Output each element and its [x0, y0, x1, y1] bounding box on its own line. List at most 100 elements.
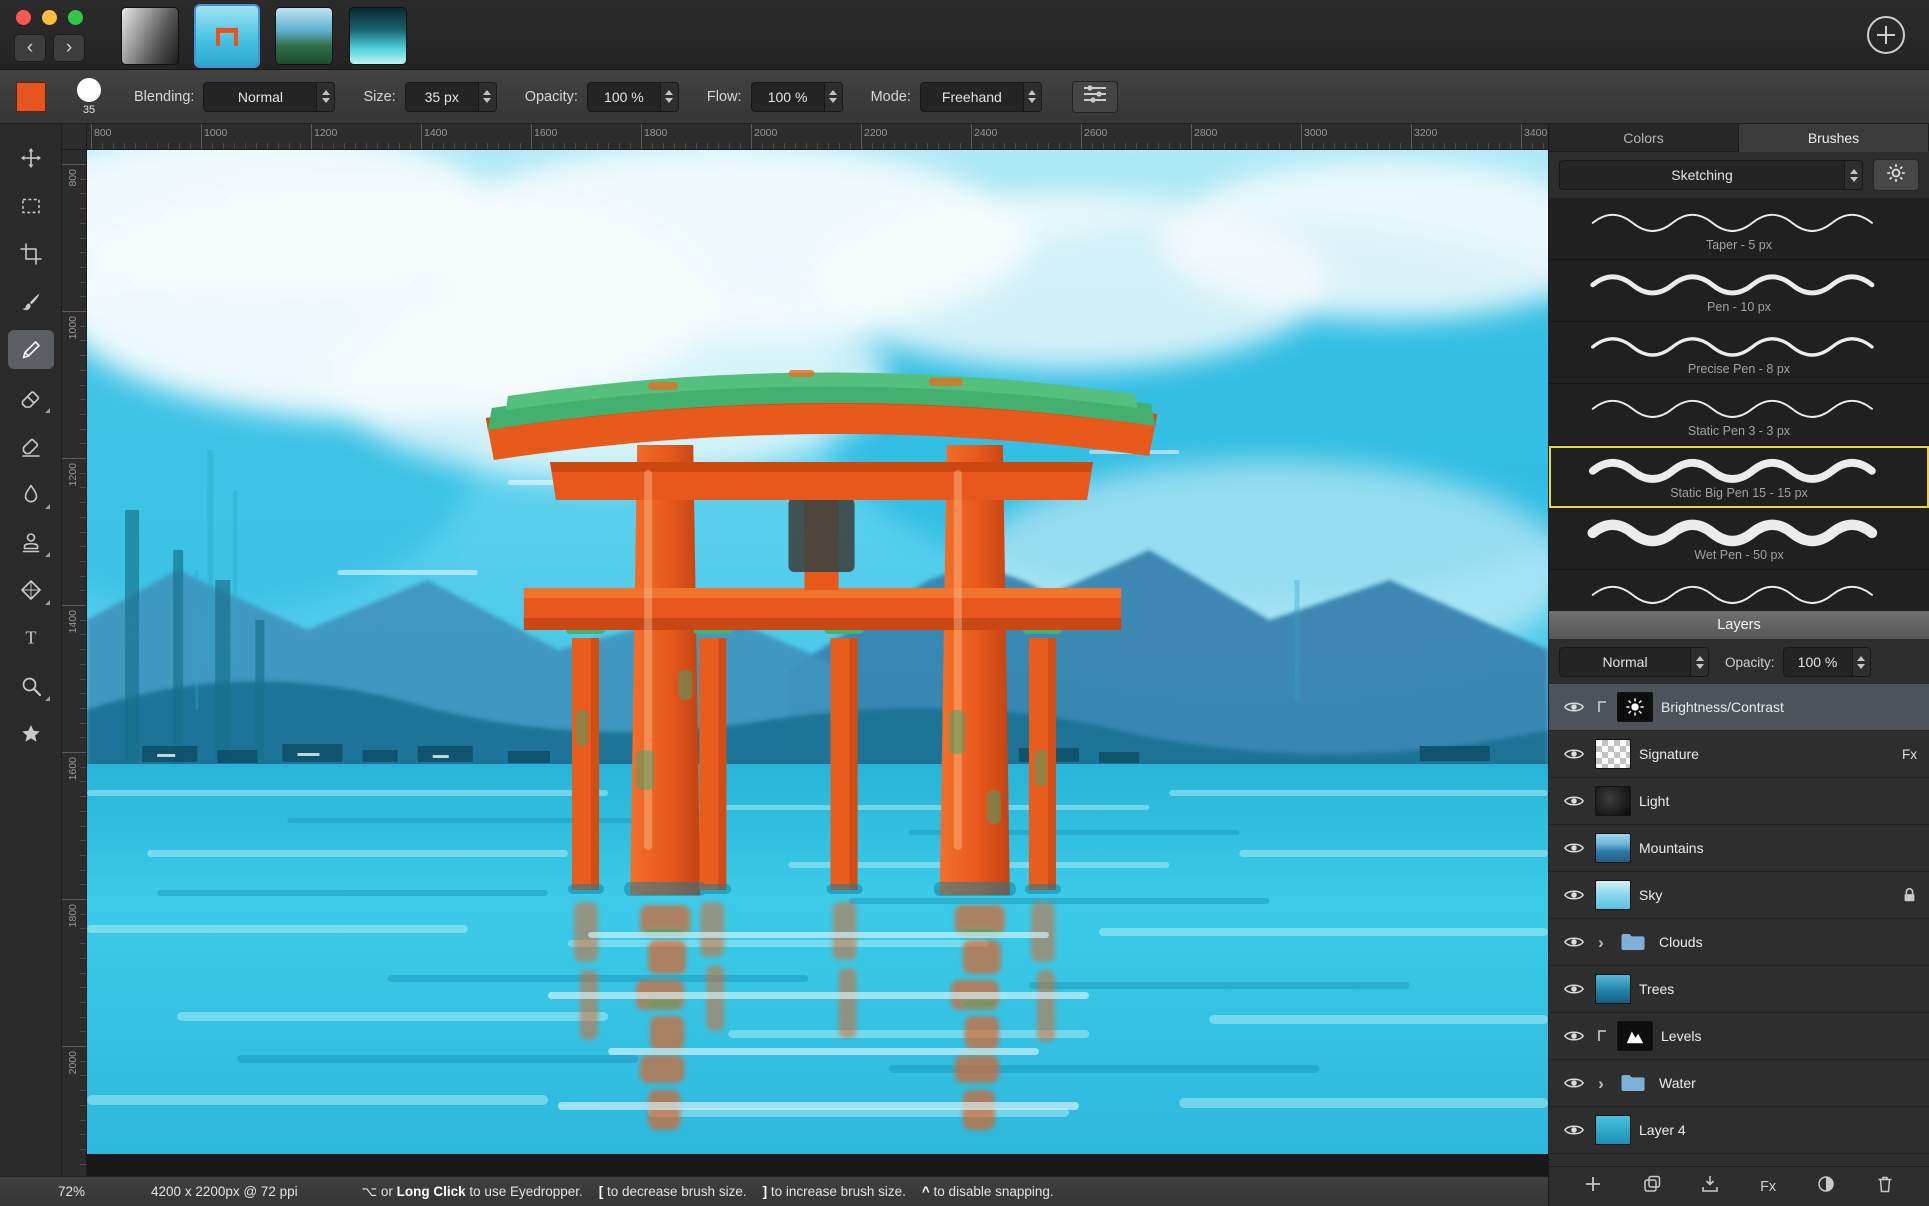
ruler-label: 1000 [204, 127, 227, 139]
visibility-eye-icon[interactable] [1561, 1028, 1587, 1044]
tab-colors[interactable]: Colors [1549, 124, 1739, 152]
ruler-label: 2200 [864, 127, 887, 139]
brush-item-precise-pen-8-px[interactable]: Precise Pen - 8 px [1549, 322, 1929, 384]
ruler-tick [1246, 143, 1247, 149]
fullscreen-window-button[interactable] [68, 10, 83, 25]
visibility-eye-icon[interactable] [1561, 1075, 1587, 1091]
brush-item-wet-pen-50-px[interactable]: Wet Pen - 50 px [1549, 508, 1929, 570]
expand-chevron-icon[interactable]: › [1595, 934, 1607, 951]
background-eraser-tool[interactable] [8, 426, 54, 465]
size-input[interactable]: 35 px [405, 82, 497, 112]
visibility-eye-icon[interactable] [1561, 887, 1587, 903]
fx-badge[interactable]: Fx [1902, 747, 1917, 762]
layer-row-levels[interactable]: Levels [1549, 1013, 1929, 1060]
visibility-eye-icon[interactable] [1561, 1122, 1587, 1138]
document-thumbnail-landscape[interactable] [276, 8, 332, 64]
eraser-tool[interactable] [8, 378, 54, 417]
ruler-tick [1488, 143, 1489, 149]
stepper-icon[interactable] [660, 83, 678, 111]
brush-category-dropdown[interactable]: Sketching [1559, 160, 1863, 190]
crop-tool[interactable] [8, 234, 54, 273]
stepper-icon[interactable] [1023, 83, 1041, 111]
visibility-eye-icon[interactable] [1561, 840, 1587, 856]
flow-input[interactable]: 100 % [751, 82, 843, 112]
forward-button[interactable]: › [53, 34, 85, 62]
import-layer-button[interactable] [1690, 1172, 1730, 1202]
layer-row-mountains[interactable]: Mountains [1549, 825, 1929, 872]
blending-dropdown[interactable]: Normal [203, 82, 335, 112]
layer-blend-dropdown[interactable]: Normal [1559, 647, 1709, 677]
layer-row-sky[interactable]: Sky [1549, 872, 1929, 919]
fx-layer-button[interactable]: Fx [1748, 1172, 1788, 1202]
layer-row-signature[interactable]: SignatureFx [1549, 731, 1929, 778]
opacity-input[interactable]: 100 % [587, 82, 679, 112]
layer-row-layer-4[interactable]: Layer 4 [1549, 1107, 1929, 1154]
status-hints: ⌥ or Long Click to use Eyedropper.[ to d… [362, 1184, 1054, 1200]
mini-torii-icon [216, 28, 238, 46]
delete-layer-button[interactable] [1865, 1172, 1905, 1202]
affinity-photo-window: ‹ › 35 Blending: Normal Size: 35 px Opac… [0, 0, 1929, 1206]
stepper-icon[interactable] [824, 83, 842, 111]
zoom-level[interactable]: 72% [58, 1184, 85, 1199]
mode-dropdown[interactable]: Freehand [920, 82, 1042, 112]
stepper-icon[interactable] [478, 83, 496, 111]
layer-row-water[interactable]: ›Water [1549, 1060, 1929, 1107]
document-thumbnail-figure[interactable] [122, 8, 178, 64]
layer-opacity-input[interactable]: 100 % [1783, 647, 1871, 677]
visibility-eye-icon[interactable] [1561, 934, 1587, 950]
ruler-tick [102, 143, 103, 149]
assistant-button[interactable] [1072, 81, 1118, 113]
fx-icon: Fx [1760, 1179, 1776, 1195]
ruler-tick [1169, 143, 1170, 149]
visibility-eye-icon[interactable] [1561, 746, 1587, 762]
brush-item-static-pen-3-3-px[interactable]: Static Pen 3 - 3 px [1549, 384, 1929, 446]
favorites-tool[interactable] [8, 714, 54, 753]
blur-icon [19, 482, 43, 506]
ruler-tick [531, 124, 532, 150]
stepper-icon[interactable] [1844, 161, 1862, 189]
ruler-tick [597, 143, 598, 149]
layer-row-brightness-contrast[interactable]: Brightness/Contrast [1549, 684, 1929, 731]
zoom-tool[interactable] [8, 666, 54, 705]
brush-item-pen-10-px[interactable]: Pen - 10 px [1549, 260, 1929, 322]
expand-chevron-icon[interactable]: › [1595, 1075, 1607, 1092]
back-button[interactable]: ‹ [14, 34, 46, 62]
stepper-icon[interactable] [1690, 648, 1708, 676]
layer-row-trees[interactable]: Trees [1549, 966, 1929, 1013]
visibility-eye-icon[interactable] [1561, 793, 1587, 809]
history-nav: ‹ › [14, 34, 85, 62]
visibility-eye-icon[interactable] [1561, 981, 1587, 997]
text-tool[interactable]: T [8, 618, 54, 657]
blur-tool[interactable] [8, 474, 54, 513]
group-layer-button[interactable] [1632, 1172, 1672, 1202]
ruler-tick [1301, 124, 1302, 150]
brush-item-taper-5-px[interactable]: Taper - 5 px [1549, 198, 1929, 260]
ruler-tick [80, 737, 86, 738]
mesh-tool[interactable] [8, 570, 54, 609]
color-swatch[interactable] [16, 82, 46, 112]
ruler-tick [1037, 143, 1038, 149]
stepper-icon[interactable] [1852, 648, 1870, 676]
layer-row-clouds[interactable]: ›Clouds [1549, 919, 1929, 966]
visibility-eye-icon[interactable] [1561, 699, 1587, 715]
minimize-window-button[interactable] [42, 10, 57, 25]
stepper-icon[interactable] [316, 83, 334, 111]
clone-tool[interactable] [8, 522, 54, 561]
close-window-button[interactable] [16, 10, 31, 25]
document-thumbnail-torii[interactable] [196, 6, 258, 66]
layer-row-light[interactable]: Light [1549, 778, 1929, 825]
marquee-tool[interactable] [8, 186, 54, 225]
brush-settings-button[interactable] [1873, 159, 1919, 191]
tab-brushes[interactable]: Brushes [1739, 124, 1929, 152]
canvas[interactable] [87, 150, 1548, 1176]
document-thumbnail-waterfall[interactable] [350, 8, 406, 64]
brush-item-extra[interactable] [1549, 570, 1929, 610]
paint-brush-tool[interactable] [8, 282, 54, 321]
adjustment-layer-button[interactable] [1806, 1172, 1846, 1202]
ruler-tick [1455, 143, 1456, 149]
brush-item-static-big-pen-15-15-px[interactable]: Static Big Pen 15 - 15 px [1549, 446, 1929, 508]
move-tool[interactable] [8, 138, 54, 177]
add-layer-button[interactable] [1573, 1172, 1613, 1202]
new-document-button[interactable] [1867, 16, 1905, 54]
pixel-brush-tool[interactable] [8, 330, 54, 369]
